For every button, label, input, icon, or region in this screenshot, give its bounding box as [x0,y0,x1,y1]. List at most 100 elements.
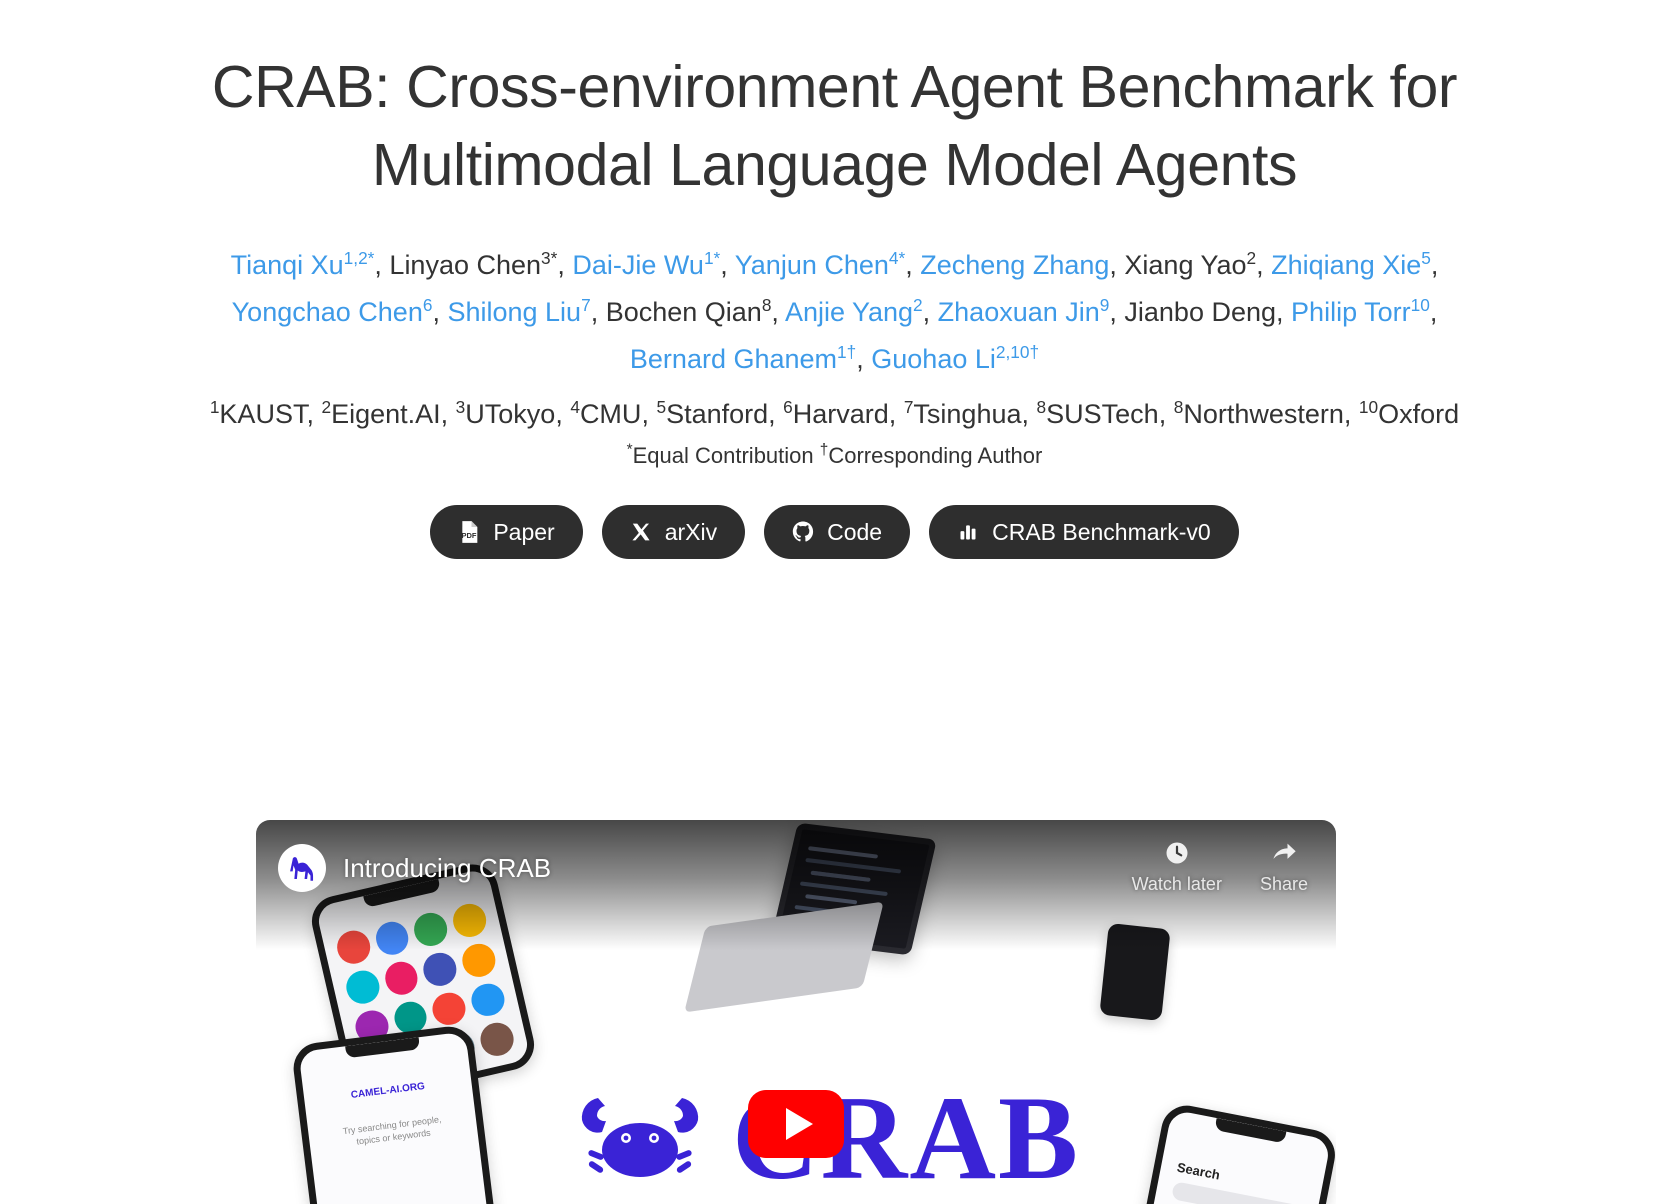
resource-button-arxiv[interactable]: arXiv [601,505,746,559]
author-affiliation-marker: 7 [581,295,591,315]
author-separator: , [1430,250,1439,280]
author-affiliation-marker: 4* [888,248,906,268]
author-affiliation-marker: 6 [422,295,433,315]
corresponding-author-note: †Corresponding Author [819,441,1043,468]
author-affiliation-marker: 9 [1099,295,1110,315]
video-embed[interactable]: CAMEL-AI.ORG Try searching for people, t… [256,820,1336,1204]
author-separator: , [432,297,448,327]
affiliation-index: 2 [321,397,332,417]
affiliation-item: 6Harvard [783,397,889,429]
affiliation-index: 8 [1036,397,1047,417]
affiliation-index: 8 [1173,397,1184,417]
author-name[interactable]: Bernard Ghanem1† [630,342,857,374]
author-separator: , [590,297,606,327]
affiliation-item: 8SUSTech [1036,397,1159,429]
x-logo-icon [630,521,652,543]
resource-button-label: CRAB Benchmark-v0 [992,518,1211,545]
resource-button-paper[interactable]: PDF Paper [430,505,583,559]
youtube-play-button[interactable] [748,1090,844,1158]
author-name[interactable]: Anjie Yang2 [785,295,923,327]
author-affiliation-marker: 10 [1410,295,1430,315]
tablet-mockup [1099,923,1171,1021]
affiliation-item: 4CMU [570,397,642,429]
affiliation-item: 2Eigent.AI [321,397,441,429]
affiliation-separator: , [306,399,322,429]
resource-button-code[interactable]: Code [764,505,911,559]
author-affiliation-marker: 2,10† [995,342,1040,362]
author-affiliation-marker: 8 [761,295,772,315]
affiliation-item: 3UTokyo [455,397,556,429]
watch-later-button[interactable]: Watch later [1132,838,1222,895]
author-name[interactable]: Guohao Li2,10† [871,342,1040,374]
resource-button-label: Code [827,518,883,545]
video-channel-title[interactable]: Introducing CRAB [343,853,551,884]
affiliation-index: 6 [783,397,793,417]
author-name[interactable]: Yanjun Chen4* [735,248,906,280]
resource-button-row: PDF Paper arXiv Code CRAB Benchmark-v0 [0,505,1669,559]
resource-button-label: Paper [493,518,555,545]
resource-button-crab-benchmark-v0[interactable]: CRAB Benchmark-v0 [929,505,1239,559]
author-affiliation-marker: 1† [837,342,857,362]
youtube-action-bar: Watch later Share [1132,838,1308,895]
video-thumbnail[interactable]: CAMEL-AI.ORG Try searching for people, t… [256,820,1336,1204]
phone-notch [345,1037,420,1059]
watch-later-label: Watch later [1131,874,1222,894]
affiliation-separator: , [1021,399,1037,429]
github-icon [792,521,814,543]
author-separator: , [1109,250,1125,280]
author-separator: , [922,297,938,327]
phone-search-hint: Try searching for people, topics or keyw… [342,1114,442,1147]
affiliation-item: 5Stanford [656,397,769,429]
author-list: Tianqi Xu1,2*, Linyao Chen3*, Dai-Jie Wu… [125,242,1545,383]
phone-mockup-search: CAMEL-AI.ORG Try searching for people, t… [290,1023,500,1204]
author-name: Jianbo Deng [1124,297,1277,327]
affiliation-index: 7 [903,397,914,417]
affiliation-separator: , [641,399,657,429]
author-separator: , [1256,250,1272,280]
affiliation-item: 7Tsinghua [903,397,1022,429]
author-separator: , [905,250,921,280]
author-separator: , [1109,297,1125,327]
author-name[interactable]: Yongchao Chen6 [232,295,433,327]
affiliation-item: 10Oxford [1358,397,1460,429]
clock-icon [1162,838,1192,868]
author-affiliation-marker: 2 [1246,248,1257,268]
author-affiliation-marker: 1* [703,248,721,268]
author-name[interactable]: Zhaoxuan Jin9 [938,295,1110,327]
affiliation-item: 1KAUST [209,397,307,429]
author-name[interactable]: Zecheng Zhang [920,250,1109,280]
youtube-play-icon [785,1108,813,1140]
laptop-base-mockup [684,901,884,1013]
share-button[interactable]: Share [1260,838,1308,895]
author-name[interactable]: Philip Torr10 [1291,295,1430,327]
resource-button-label: arXiv [664,518,718,545]
author-name[interactable]: Dai-Jie Wu1* [572,248,721,280]
author-name[interactable]: Shilong Liu7 [447,295,591,327]
author-name[interactable]: Zhiqiang Xie5 [1271,248,1431,280]
crab-mascot-icon [574,1084,706,1193]
share-label: Share [1259,874,1308,894]
phone-app-label: CAMEL-AI.ORG [350,1080,426,1101]
corresponding-author-note-marker: † [819,441,829,459]
affiliation-index: 10 [1358,397,1379,417]
chart-bar-icon [957,521,979,543]
affiliation-separator: , [440,399,456,429]
phone-notch [1214,1118,1287,1144]
author-line-1: Tianqi Xu1,2*, Linyao Chen3*, Dai-Jie Wu… [125,242,1545,289]
author-line-2: Yongchao Chen6, Shilong Liu7, Bochen Qia… [125,289,1545,336]
author-name: Linyao Chen3* [389,248,558,280]
author-separator: , [1429,297,1438,327]
affiliation-index: 4 [570,397,580,417]
affiliation-item: 8Northwestern [1173,397,1344,429]
author-affiliation-marker: 3* [541,248,558,268]
author-affiliation-marker: 5 [1421,248,1431,268]
author-separator: , [374,250,390,280]
camel-avatar-icon[interactable] [278,844,326,892]
pdf-file-icon: PDF [458,521,480,543]
author-affiliation-marker: 1,2* [343,248,375,268]
author-affiliation-marker: 2 [913,295,923,315]
youtube-channel-block[interactable]: Introducing CRAB [278,844,551,892]
affiliation-separator: , [1158,399,1174,429]
author-line-3: Bernard Ghanem1†, Guohao Li2,10† [125,336,1545,383]
author-name[interactable]: Tianqi Xu1,2* [231,248,375,280]
